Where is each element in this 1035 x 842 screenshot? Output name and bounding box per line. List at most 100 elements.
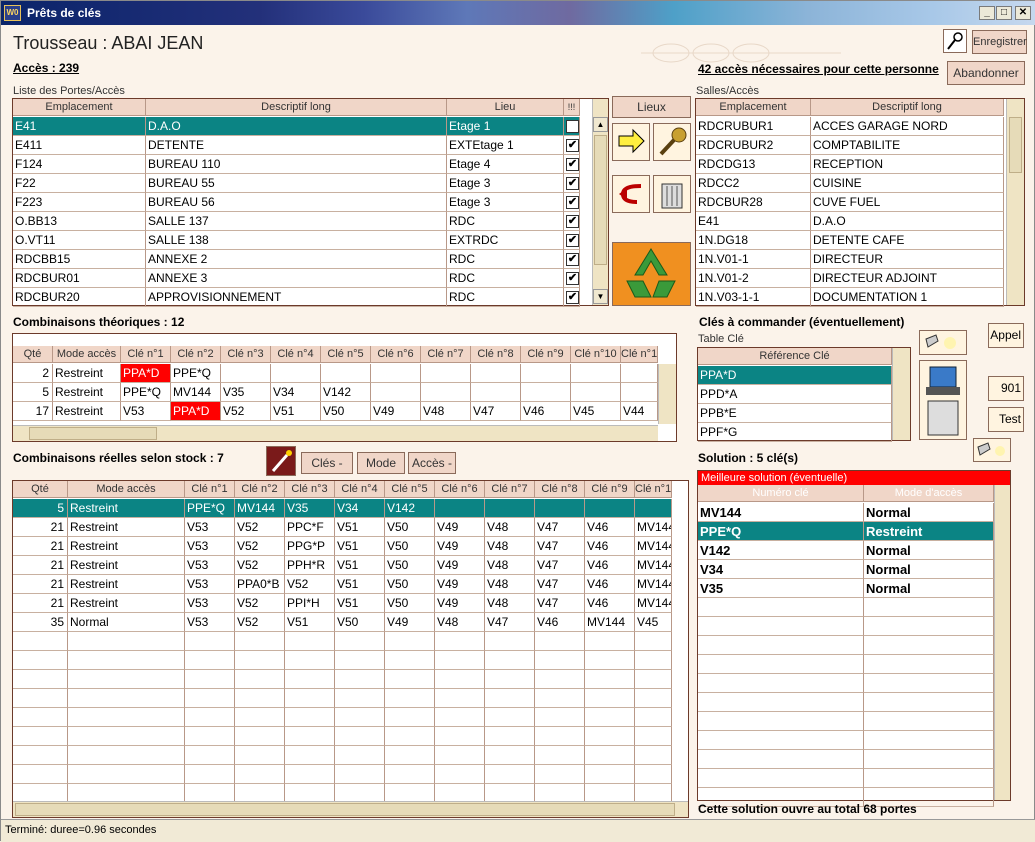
column-header[interactable]: Clé n°3: [285, 481, 335, 498]
table-cell[interactable]: DIRECTEUR: [811, 250, 1004, 269]
table-cell[interactable]: Normal: [864, 560, 994, 579]
table-cell[interactable]: Restreint: [53, 383, 121, 402]
table-cell[interactable]: [271, 364, 321, 383]
acces-sort-button[interactable]: Accès -: [408, 452, 456, 474]
table-cell[interactable]: CUISINE: [811, 174, 1004, 193]
checkbox[interactable]: ✔: [566, 234, 579, 247]
table-cell[interactable]: [571, 364, 621, 383]
col-salle-descriptif[interactable]: Descriptif long: [811, 99, 1004, 116]
table-cell[interactable]: 21: [13, 537, 68, 556]
table-cell[interactable]: RDCC2: [696, 174, 811, 193]
table-cell[interactable]: V51: [335, 594, 385, 613]
add-access-button[interactable]: [612, 123, 650, 161]
table-cell[interactable]: MV144: [635, 594, 672, 613]
checkbox[interactable]: ✔: [566, 120, 579, 133]
checkbox[interactable]: ✔: [566, 158, 579, 171]
table-cell[interactable]: E41: [696, 212, 811, 231]
table-cell[interactable]: PPE*Q: [698, 522, 864, 541]
appel-button[interactable]: Appel: [988, 323, 1024, 348]
table-cell[interactable]: MV144: [171, 383, 221, 402]
table-cell[interactable]: MV144: [635, 518, 672, 537]
column-header[interactable]: Clé n°6: [371, 346, 421, 363]
reelles-hscroll[interactable]: [13, 801, 688, 817]
minimize-button[interactable]: _: [979, 6, 995, 20]
table-cell[interactable]: V52: [235, 518, 285, 537]
table-cell[interactable]: Etage 1: [447, 117, 564, 136]
table-cell[interactable]: RDCDG13: [696, 155, 811, 174]
column-header[interactable]: Clé n°7: [485, 481, 535, 498]
checkbox-cell[interactable]: ✔: [564, 136, 580, 155]
table-cell[interactable]: V49: [435, 556, 485, 575]
table-cell[interactable]: V53: [185, 575, 235, 594]
table-cell[interactable]: PPH*R: [285, 556, 335, 575]
table-cell[interactable]: [521, 364, 571, 383]
table-cell[interactable]: V48: [485, 594, 535, 613]
table-cell[interactable]: Normal: [864, 541, 994, 560]
table-cell[interactable]: RDC: [447, 288, 564, 307]
col-flag[interactable]: !!!: [564, 99, 580, 116]
table-cell[interactable]: RDCBUR20: [13, 288, 146, 307]
table-cell[interactable]: MV144: [635, 575, 672, 594]
table-cell[interactable]: Etage 3: [447, 174, 564, 193]
table-cell[interactable]: D.A.O: [811, 212, 1004, 231]
table-cell[interactable]: V142: [385, 499, 435, 518]
table-cell[interactable]: V45: [571, 402, 621, 421]
table-cell[interactable]: Restreint: [53, 364, 121, 383]
table-cell[interactable]: V47: [535, 518, 585, 537]
scroll-thumb[interactable]: [1009, 117, 1022, 173]
column-header[interactable]: Clé n°4: [335, 481, 385, 498]
column-header[interactable]: Mode accès: [53, 346, 121, 363]
table-cell[interactable]: Restreint: [53, 402, 121, 421]
table-cell[interactable]: V34: [335, 499, 385, 518]
table-cell[interactable]: PPG*P: [285, 537, 335, 556]
lieux-button[interactable]: Lieux: [612, 96, 691, 118]
column-header[interactable]: Clé n°3: [221, 346, 271, 363]
table-cell[interactable]: V50: [321, 402, 371, 421]
column-header[interactable]: Clé n°5: [321, 346, 371, 363]
table-cell[interactable]: 5: [13, 383, 53, 402]
table-cell[interactable]: V51: [335, 556, 385, 575]
table-cell[interactable]: O.VT11: [13, 231, 146, 250]
table-cell[interactable]: V48: [435, 613, 485, 632]
print-delete-button[interactable]: [919, 360, 967, 440]
table-cell[interactable]: [621, 383, 658, 402]
table-cell[interactable]: V48: [485, 518, 535, 537]
table-cell[interactable]: V47: [535, 575, 585, 594]
table-cell[interactable]: Restreint: [68, 594, 185, 613]
table-cell[interactable]: [435, 499, 485, 518]
table-cell[interactable]: [471, 364, 521, 383]
table-cell[interactable]: 1N.V03-1-1: [696, 288, 811, 307]
column-header[interactable]: Clé n°8: [471, 346, 521, 363]
table-cell[interactable]: Normal: [864, 503, 994, 522]
table-cell[interactable]: 1N.V01-1: [696, 250, 811, 269]
solution-scrollbar[interactable]: [994, 485, 1010, 800]
table-cell[interactable]: [521, 383, 571, 402]
table-cell[interactable]: Restreint: [68, 537, 185, 556]
column-header[interactable]: Clé n°2: [235, 481, 285, 498]
table-cell[interactable]: V45: [635, 613, 672, 632]
checkbox-cell[interactable]: ✔: [564, 155, 580, 174]
table-cell[interactable]: RDCBUR28: [696, 193, 811, 212]
checkbox-cell[interactable]: ✔: [564, 269, 580, 288]
column-header[interactable]: Clé n°2: [171, 346, 221, 363]
table-cell[interactable]: V47: [471, 402, 521, 421]
commande-scrollbar[interactable]: [892, 348, 910, 440]
column-header[interactable]: Clé n°6: [435, 481, 485, 498]
table-cell[interactable]: ANNEXE 3: [146, 269, 447, 288]
table-cell[interactable]: E411: [13, 136, 146, 155]
table-cell[interactable]: V50: [335, 613, 385, 632]
table-cell[interactable]: RDCRUBUR2: [696, 136, 811, 155]
table-cell[interactable]: V53: [185, 594, 235, 613]
search-key-button[interactable]: [943, 29, 967, 53]
table-cell[interactable]: V47: [485, 613, 535, 632]
close-button[interactable]: ✕: [1015, 6, 1031, 20]
table-cell[interactable]: RDC: [447, 269, 564, 288]
table-cell[interactable]: RDCBUR01: [13, 269, 146, 288]
table-cell[interactable]: Etage 4: [447, 155, 564, 174]
table-cell[interactable]: V49: [435, 594, 485, 613]
scroll-thumb[interactable]: [29, 427, 157, 440]
checkbox[interactable]: ✔: [566, 177, 579, 190]
table-cell[interactable]: V53: [185, 613, 235, 632]
table-cell[interactable]: ANNEXE 2: [146, 250, 447, 269]
table-cell[interactable]: V142: [321, 383, 371, 402]
